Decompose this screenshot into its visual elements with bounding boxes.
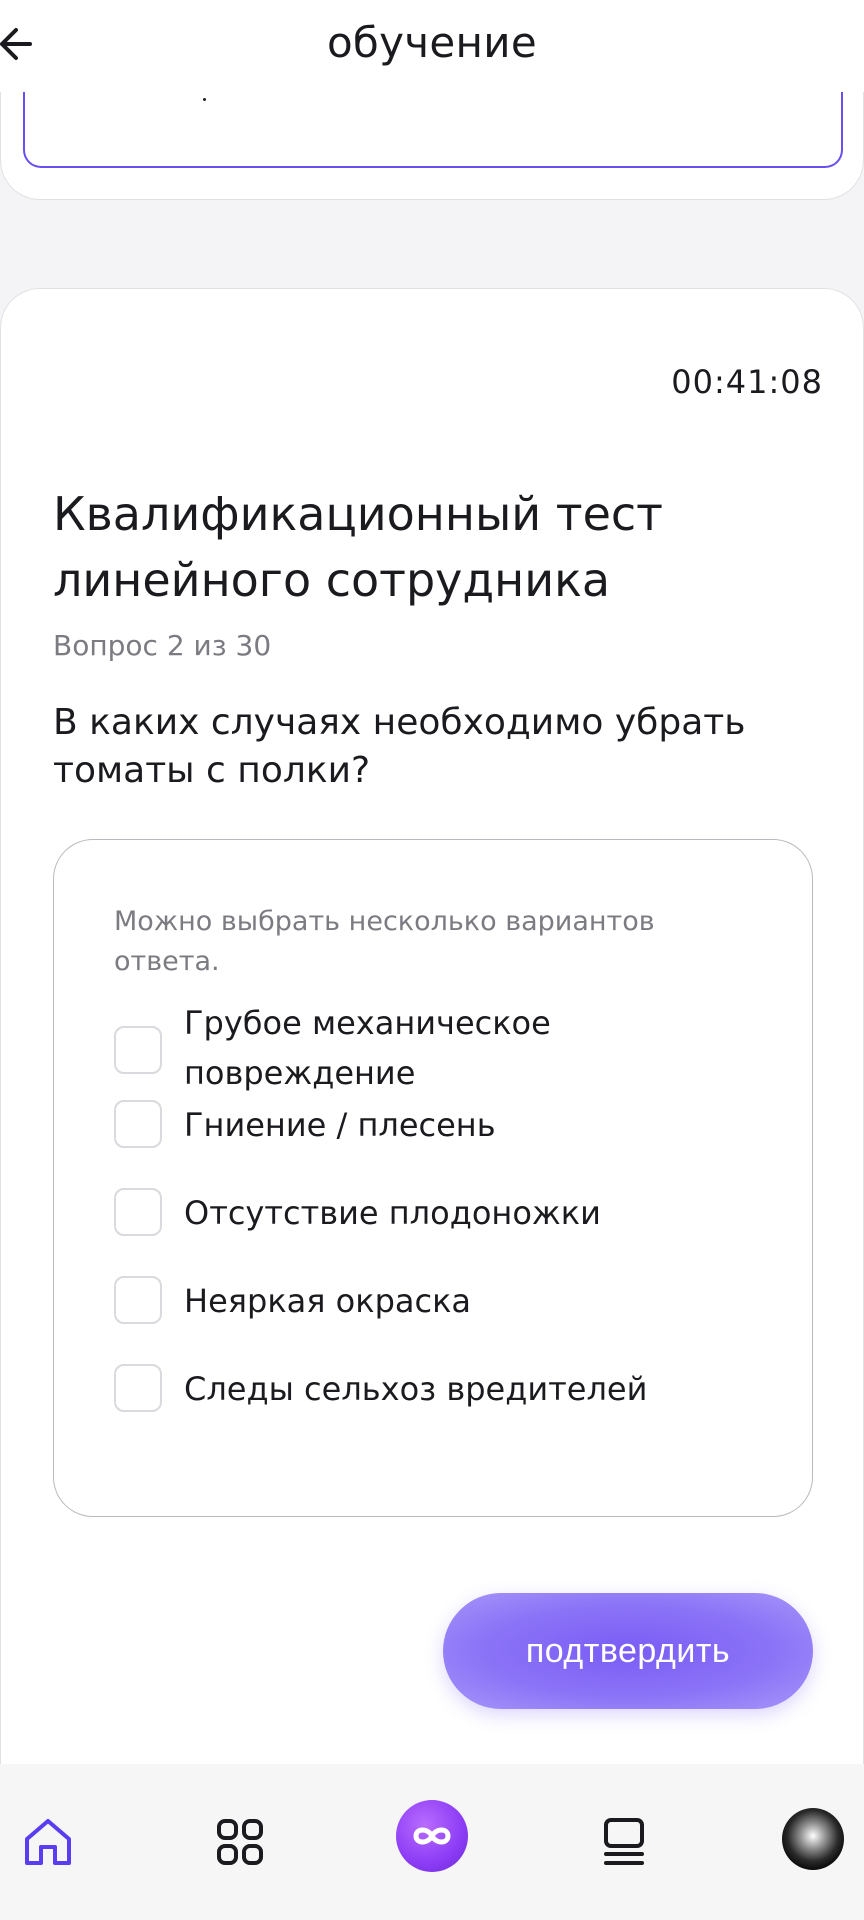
app-header: обучение — [0, 0, 864, 92]
answer-option-label: Отсутствие плодоножки — [184, 1194, 601, 1232]
nav-home[interactable] — [12, 1806, 84, 1878]
answer-option-label: Грубое механическое повреждение — [184, 1004, 551, 1092]
text-fragment — [203, 98, 206, 101]
checkbox[interactable] — [114, 1364, 162, 1412]
question-text: В каких случаях необходимо убрать томаты… — [53, 702, 746, 791]
answer-option-label: Неяркая окраска — [184, 1282, 472, 1320]
checkbox[interactable] — [114, 1188, 162, 1236]
bottom-nav — [0, 1764, 864, 1920]
nav-apps[interactable] — [204, 1806, 276, 1878]
timer: 00:41:08 — [671, 363, 823, 401]
answer-options: Можно выбрать несколько вариантов ответа… — [53, 839, 813, 1517]
answer-option[interactable]: Следы сельхоз вредителей — [114, 1364, 754, 1414]
answer-option[interactable]: Гниение / плесень — [114, 1100, 754, 1150]
test-title: Квалификационный тест линейного сотрудни… — [53, 487, 663, 607]
question-counter: Вопрос 2 из 30 — [53, 629, 272, 662]
checkbox[interactable] — [114, 1026, 162, 1074]
selection-hint: Можно выбрать несколько вариантов ответа… — [114, 906, 655, 977]
answer-option[interactable]: Грубое механическое повреждение — [114, 998, 754, 1098]
page-title: обучение — [326, 18, 538, 67]
apps-grid-icon — [217, 1819, 263, 1865]
avatar[interactable] — [782, 1808, 844, 1870]
nav-main-logo[interactable] — [396, 1800, 468, 1872]
infinity-logo-icon — [413, 1827, 451, 1845]
home-icon — [25, 1819, 71, 1865]
feed-list-icon — [604, 1818, 644, 1865]
answer-option[interactable]: Неяркая окраска — [114, 1276, 754, 1326]
answer-option-label: Гниение / плесень — [184, 1106, 496, 1144]
checkbox[interactable] — [114, 1100, 162, 1148]
confirm-button[interactable]: подтвердить — [443, 1593, 813, 1709]
answer-option[interactable]: Отсутствие плодоножки — [114, 1188, 754, 1238]
checkbox[interactable] — [114, 1276, 162, 1324]
nav-feed[interactable] — [588, 1806, 660, 1878]
answer-option-label: Следы сельхоз вредителей — [184, 1370, 648, 1408]
quiz-card: 00:41:08 Квалификационный тест линейного… — [0, 288, 864, 1778]
